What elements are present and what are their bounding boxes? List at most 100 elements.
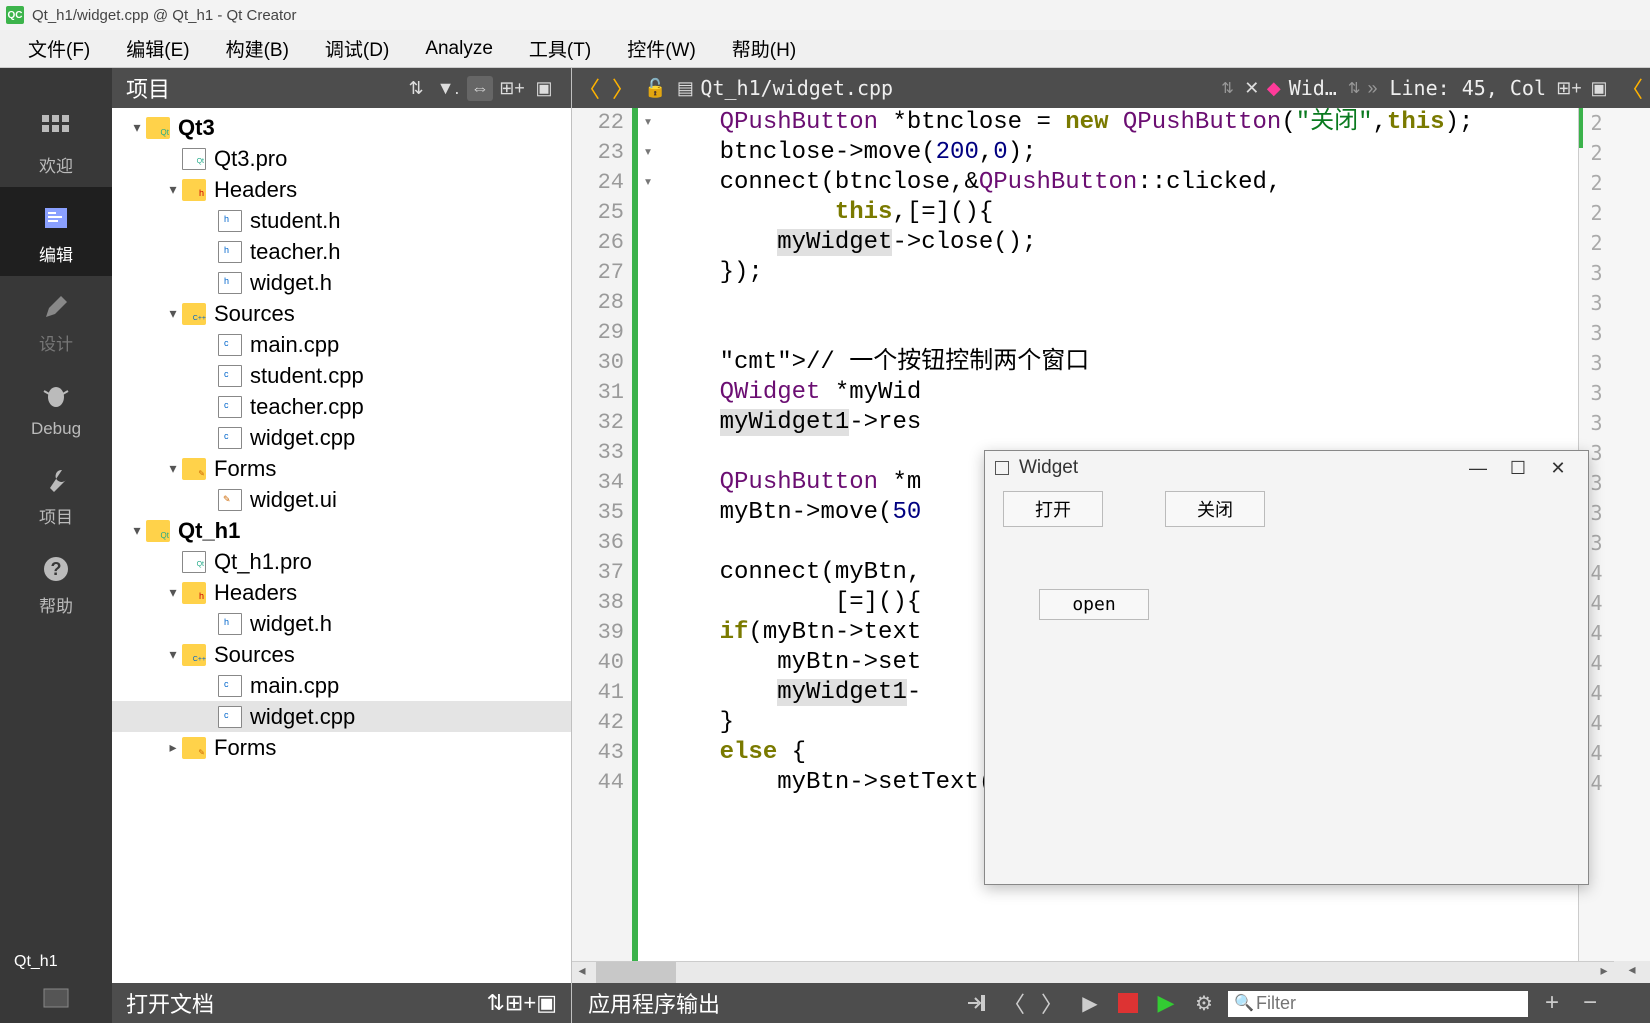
- output-next-icon[interactable]: 〉: [1038, 989, 1066, 1017]
- tree-node[interactable]: teacher.cpp: [112, 391, 571, 422]
- tree-arrow-icon[interactable]: [164, 644, 182, 665]
- line-number-gutter[interactable]: 2223242526272829303132333435363738394041…: [572, 108, 632, 961]
- symbol-selector[interactable]: Wid…: [1289, 76, 1337, 100]
- tree-arrow-icon[interactable]: [164, 458, 182, 479]
- menu-analyze[interactable]: Analyze: [407, 34, 511, 64]
- nav-back-icon[interactable]: 〈: [572, 72, 606, 104]
- right-hscroll-arrow[interactable]: ◂: [1614, 961, 1650, 983]
- output-run-icon[interactable]: ▶: [1076, 989, 1104, 1017]
- running-app-window[interactable]: Widget — ☐ ✕ 打开 关闭 open: [984, 450, 1589, 885]
- tree-node[interactable]: Qt3: [112, 112, 571, 143]
- tree-label: Forms: [214, 452, 276, 485]
- window-minimize-icon[interactable]: —: [1458, 458, 1498, 479]
- tree-arrow-icon[interactable]: [164, 303, 182, 324]
- fold-column[interactable]: ▾▾▾: [638, 108, 658, 961]
- project-tree[interactable]: Qt3Qt3.proHeadersstudent.hteacher.hwidge…: [112, 108, 571, 983]
- output-prev-icon[interactable]: 〈: [1000, 989, 1028, 1017]
- tree-node[interactable]: Sources: [112, 639, 571, 670]
- output-minus-icon[interactable]: −: [1576, 989, 1604, 1017]
- output-restart-icon[interactable]: ▶: [1152, 989, 1180, 1017]
- pane-arrows-icon[interactable]: ⇅: [403, 78, 429, 99]
- lock-icon[interactable]: 🔓: [644, 78, 666, 99]
- split-add-icon[interactable]: ⊞+: [1554, 78, 1584, 99]
- hscroll-left-arrow[interactable]: ◂: [572, 962, 592, 983]
- open-docs-arrows-icon[interactable]: ⇅: [486, 990, 504, 1016]
- tree-arrow-icon[interactable]: [128, 117, 146, 138]
- output-pane-title[interactable]: 应用程序输出: [572, 987, 736, 1019]
- tree-node[interactable]: teacher.h: [112, 236, 571, 267]
- run-config-project[interactable]: Qt_h1: [0, 945, 112, 971]
- tree-node[interactable]: Headers: [112, 174, 571, 205]
- output-settings-icon[interactable]: ⚙: [1190, 989, 1218, 1017]
- open-docs-add-icon[interactable]: ⊞+: [505, 990, 536, 1016]
- menu-help[interactable]: 帮助(H): [714, 31, 814, 66]
- mode-debug[interactable]: Debug: [0, 365, 112, 449]
- tree-arrow-icon[interactable]: [164, 179, 182, 200]
- menu-debug[interactable]: 调试(D): [307, 31, 407, 66]
- close-file-icon[interactable]: ✕: [1237, 78, 1267, 99]
- app-button-open-en[interactable]: open: [1039, 589, 1149, 620]
- output-add-icon[interactable]: +: [1538, 989, 1566, 1017]
- mode-welcome[interactable]: 欢迎: [0, 98, 112, 187]
- tree-node[interactable]: Qt_h1.pro: [112, 546, 571, 577]
- right-nav-back-icon[interactable]: 〈: [1614, 68, 1650, 108]
- output-step-icon[interactable]: [962, 989, 990, 1017]
- output-stop-icon[interactable]: [1114, 989, 1142, 1017]
- symbol-arrows-icon[interactable]: ⇅: [1348, 79, 1361, 97]
- menu-build[interactable]: 构建(B): [208, 31, 307, 66]
- tree-node[interactable]: Forms: [112, 453, 571, 484]
- editor-hscrollbar[interactable]: ◂ ▸: [572, 961, 1614, 983]
- hscroll-thumb[interactable]: [596, 962, 676, 983]
- tree-node[interactable]: widget.cpp: [112, 422, 571, 453]
- help-icon: ?: [39, 552, 73, 586]
- filter-icon[interactable]: ▼.: [435, 78, 461, 99]
- link-icon[interactable]: ⇔: [467, 76, 493, 101]
- tree-label: widget.cpp: [250, 421, 355, 454]
- mode-project[interactable]: 项目: [0, 449, 112, 538]
- hscroll-right-arrow[interactable]: ▸: [1594, 962, 1614, 983]
- tree-arrow-icon[interactable]: [128, 520, 146, 541]
- tree-node[interactable]: Forms: [112, 732, 571, 763]
- file-switch-arrows-icon[interactable]: ⇅: [1221, 79, 1234, 97]
- mode-edit[interactable]: 编辑: [0, 187, 112, 276]
- running-app-titlebar[interactable]: Widget — ☐ ✕: [985, 451, 1588, 485]
- editor-toolbar: 〈 〉 🔓 ▤ Qt_h1/widget.cpp ⇅ ✕ ◆ Wid… ⇅ » …: [572, 68, 1614, 108]
- collapse-icon[interactable]: ▣: [531, 78, 557, 99]
- window-close-icon[interactable]: ✕: [1538, 458, 1578, 479]
- current-file-path[interactable]: Qt_h1/widget.cpp: [700, 76, 893, 100]
- tree-arrow-icon[interactable]: [164, 582, 182, 603]
- pencil-icon: [39, 290, 73, 324]
- mode-help[interactable]: ? 帮助: [0, 538, 112, 627]
- split-close-icon[interactable]: ▣: [1584, 78, 1614, 99]
- tree-node[interactable]: Headers: [112, 577, 571, 608]
- tree-node[interactable]: widget.cpp: [112, 701, 571, 732]
- tree-label: teacher.cpp: [250, 390, 364, 423]
- menubar: 文件(F) 编辑(E) 构建(B) 调试(D) Analyze 工具(T) 控件…: [0, 30, 1650, 68]
- tree-node[interactable]: widget.ui: [112, 484, 571, 515]
- menu-tools[interactable]: 工具(T): [511, 31, 609, 66]
- tree-node[interactable]: student.cpp: [112, 360, 571, 391]
- tree-node[interactable]: widget.h: [112, 608, 571, 639]
- add-split-icon[interactable]: ⊞+: [499, 78, 525, 99]
- menu-file[interactable]: 文件(F): [10, 31, 108, 66]
- tree-node[interactable]: main.cpp: [112, 329, 571, 360]
- line-col-indicator[interactable]: Line: 45, Col: [1389, 76, 1546, 100]
- app-button-open-cn[interactable]: 打开: [1003, 491, 1103, 527]
- tree-node[interactable]: main.cpp: [112, 670, 571, 701]
- tree-node[interactable]: Sources: [112, 298, 571, 329]
- tree-node[interactable]: student.h: [112, 205, 571, 236]
- tree-arrow-icon[interactable]: [164, 737, 182, 758]
- menu-widgets[interactable]: 控件(W): [609, 31, 714, 66]
- tree-node[interactable]: Qt3.pro: [112, 143, 571, 174]
- menu-edit[interactable]: 编辑(E): [108, 31, 207, 66]
- open-docs-close-icon[interactable]: ▣: [536, 990, 557, 1016]
- app-button-close-cn[interactable]: 关闭: [1165, 491, 1265, 527]
- window-maximize-icon[interactable]: ☐: [1498, 458, 1538, 479]
- run-target-icon[interactable]: [40, 983, 72, 1015]
- grid-icon: [39, 112, 73, 146]
- tree-node[interactable]: Qt_h1: [112, 515, 571, 546]
- output-filter-input[interactable]: [1228, 991, 1528, 1017]
- nav-forward-icon[interactable]: 〉: [606, 72, 640, 104]
- mode-design[interactable]: 设计: [0, 276, 112, 365]
- tree-node[interactable]: widget.h: [112, 267, 571, 298]
